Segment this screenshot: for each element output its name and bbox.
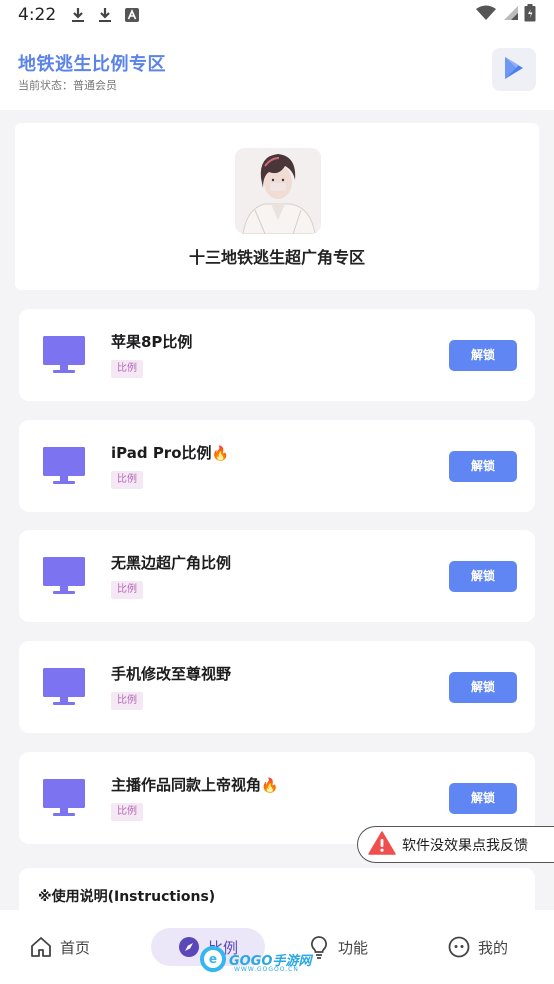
tab-home-label: 首页 — [59, 938, 90, 957]
home-icon — [30, 936, 52, 958]
unlock-button[interactable]: 解锁 — [449, 561, 517, 592]
tab-profile-label: 我的 — [477, 938, 508, 957]
monitor-icon — [42, 446, 86, 486]
signal-icon — [502, 5, 518, 25]
status-time: 4:22 — [18, 5, 57, 25]
battery-icon — [524, 4, 536, 26]
fire-icon: 🔥 — [261, 778, 279, 794]
unlock-button[interactable]: 解锁 — [449, 340, 517, 371]
ratio-item-name: iPad Pro比例🔥 — [111, 442, 229, 463]
play-store-button[interactable] — [492, 48, 536, 91]
unlock-button[interactable]: 解锁 — [449, 672, 517, 703]
ratio-item-label: iPad Pro比例 — [111, 444, 212, 462]
font-icon — [124, 6, 140, 24]
wifi-icon — [476, 5, 496, 25]
ratio-item-label: 手机修改至尊视野 — [111, 665, 232, 683]
hero-card: 十三地铁逃生超广角专区 — [15, 123, 539, 290]
page-title: 地铁逃生比例专区 — [18, 54, 166, 75]
monitor-icon — [42, 335, 86, 375]
ratio-item-label: 主播作品同款上帝视角 — [111, 776, 262, 794]
compass-icon — [178, 936, 200, 958]
tab-features-label: 功能 — [337, 938, 368, 957]
avatar — [235, 148, 321, 234]
status-bar: 4:22 — [0, 0, 554, 30]
ratio-tag: 比例 — [111, 360, 143, 378]
watermark-logo: e GOGO手游网 WWW.GOGOO.CN — [200, 944, 311, 974]
ratio-tag: 比例 — [111, 803, 143, 821]
unlock-button[interactable]: 解锁 — [449, 783, 517, 814]
instructions-title: ※使用说明(Instructions) — [38, 889, 216, 905]
monitor-icon — [42, 667, 86, 707]
ratio-item-label: 苹果8P比例 — [111, 333, 193, 351]
watermark-url: WWW.GOGOO.CN — [234, 966, 299, 973]
hero-title: 十三地铁逃生超广角专区 — [188, 248, 365, 267]
ratio-tag: 比例 — [111, 471, 143, 489]
ratio-item-label: 无黑边超广角比例 — [111, 554, 232, 572]
download-icon — [70, 6, 86, 24]
feedback-button[interactable]: 软件没效果点我反馈 — [357, 826, 554, 863]
ratio-item-name: 主播作品同款上帝视角🔥 — [111, 774, 278, 795]
ratio-item: 苹果8P比例 比例 解锁 — [19, 309, 535, 401]
status-right-group — [476, 4, 536, 26]
ratio-item-name: 苹果8P比例 — [111, 331, 192, 352]
tab-profile[interactable]: 我的 — [436, 928, 520, 966]
feedback-label: 软件没效果点我反馈 — [402, 837, 528, 854]
ratio-item: iPad Pro比例🔥 比例 解锁 — [19, 420, 535, 512]
fire-icon: 🔥 — [211, 446, 229, 462]
ratio-tag: 比例 — [111, 692, 143, 710]
warning-icon — [368, 830, 396, 859]
smile-icon — [448, 936, 470, 958]
app-header: 地铁逃生比例专区 当前状态：普通会员 — [0, 30, 554, 110]
ratio-item: 无黑边超广角比例 比例 解锁 — [19, 530, 535, 622]
monitor-icon — [42, 778, 86, 818]
monitor-icon — [42, 556, 86, 596]
unlock-button[interactable]: 解锁 — [449, 451, 517, 482]
ratio-item-name: 无黑边超广角比例 — [111, 552, 231, 573]
ratio-item: 手机修改至尊视野 比例 解锁 — [19, 641, 535, 733]
watermark-badge: e — [200, 946, 226, 972]
download-icon — [97, 6, 113, 24]
ratio-item-name: 手机修改至尊视野 — [111, 663, 231, 684]
ratio-tag: 比例 — [111, 581, 143, 599]
tab-home[interactable]: 首页 — [18, 928, 102, 966]
membership-status: 当前状态：普通会员 — [18, 79, 117, 92]
play-store-icon — [503, 56, 525, 84]
